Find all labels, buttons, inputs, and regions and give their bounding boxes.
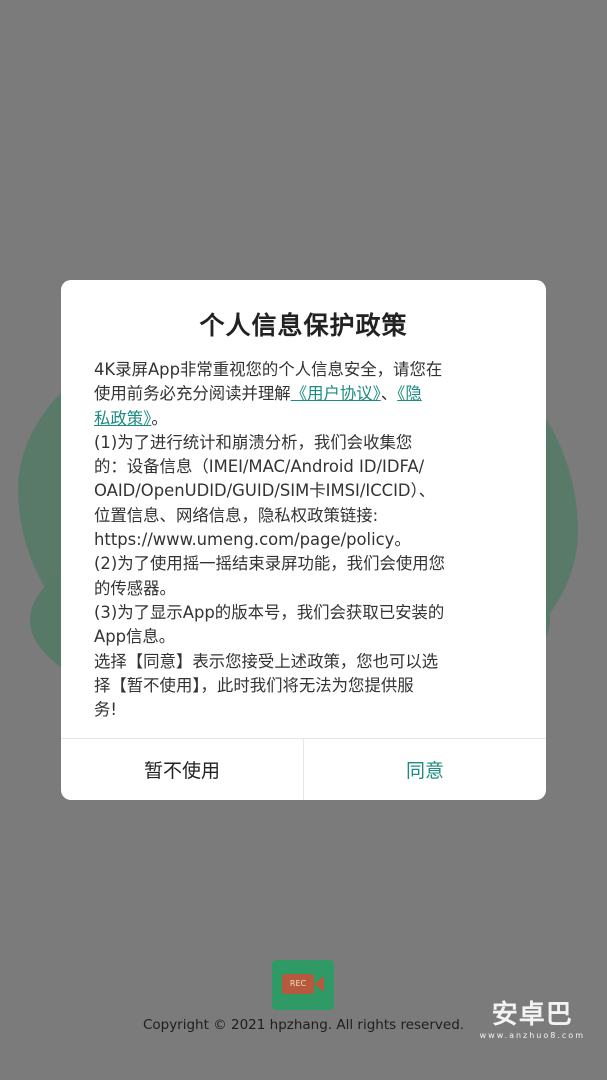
policy-link[interactable]: 《用户协议》 [291, 384, 381, 403]
body-line: (1)为了进行统计和崩溃分析，我们会收集您 [94, 431, 506, 455]
watermark-url: www.anzhuo8.com [479, 1031, 585, 1040]
body-text: (2)为了使用摇一摇结束录屏功能，我们会使用您 [94, 554, 446, 574]
agree-button[interactable]: 同意 [304, 739, 546, 800]
body-text: 的传感器。 [94, 578, 176, 598]
not-use-button[interactable]: 暂不使用 [61, 739, 304, 800]
dialog-button-row: 暂不使用 同意 [61, 738, 546, 800]
dialog-body-text: 4K录屏App非常重视您的个人信息安全，请您在 使用前务必充分阅读并理解《用户协议… [94, 358, 506, 722]
body-line: 的：设备信息（IMEI/MAC/Android ID/IDFA/ [94, 455, 506, 479]
body-line: 私政策》。 [94, 407, 506, 431]
site-watermark: 安卓巴 www.anzhuo8.com [480, 994, 585, 1040]
body-line: 务! [94, 698, 506, 722]
body-text: 。 [151, 408, 168, 428]
body-text: (1)为了进行统计和崩溃分析，我们会收集您 [94, 432, 413, 452]
body-text: OAID/OpenUDID/GUID/SIM卡IMSI/ICCID）、 [94, 481, 436, 501]
body-text: 择【暂不使用】，此时我们将无法为您提供服 [94, 675, 414, 695]
policy-link[interactable]: 私政策》 [94, 409, 151, 428]
body-text: https://www.umeng.com/page/policy。 [94, 530, 411, 550]
body-line: 的传感器。 [94, 577, 506, 601]
body-text: (3)为了显示App的版本号，我们会获取已安装的 [94, 602, 445, 622]
body-text: 选择【同意】表示您接受上述政策，您也可以选 [94, 651, 439, 671]
body-line: (3)为了显示App的版本号，我们会获取已安装的 [94, 601, 506, 625]
body-line: App信息。 [94, 625, 506, 649]
body-line: (2)为了使用摇一摇结束录屏功能，我们会使用您 [94, 552, 506, 576]
app-logo-icon: REC [272, 960, 334, 1010]
body-text: 使用前务必充分阅读并理解 [94, 384, 291, 404]
body-text: 的：设备信息（IMEI/MAC/Android ID/IDFA/ [94, 457, 425, 477]
body-line: 4K录屏App非常重视您的个人信息安全，请您在 [94, 358, 506, 382]
body-line: 选择【同意】表示您接受上述政策，您也可以选 [94, 650, 506, 674]
rec-camera-icon: REC [282, 974, 314, 994]
body-text: 、 [380, 384, 398, 404]
camera-lens-icon [314, 976, 324, 992]
privacy-policy-dialog: 个人信息保护政策 4K录屏App非常重视您的个人信息安全，请您在 使用前务必充分阅… [61, 280, 546, 800]
body-text: App信息。 [94, 627, 176, 647]
body-text: 务! [94, 700, 117, 720]
body-text: 4K录屏App非常重视您的个人信息安全，请您在 [94, 360, 443, 379]
body-text: 位置信息、网络信息，隐私权政策链接: [94, 505, 379, 525]
watermark-text: 安卓巴 [491, 1000, 573, 1030]
body-line: 择【暂不使用】，此时我们将无法为您提供服 [94, 674, 506, 698]
policy-link[interactable]: 《隐 [397, 384, 422, 403]
dialog-title: 个人信息保护政策 [199, 311, 408, 340]
body-line: 使用前务必充分阅读并理解《用户协议》、《隐 [94, 382, 506, 406]
body-line: 位置信息、网络信息，隐私权政策链接: [94, 504, 506, 528]
body-line: https://www.umeng.com/page/policy。 [94, 528, 506, 552]
body-line: OAID/OpenUDID/GUID/SIM卡IMSI/ICCID）、 [94, 479, 506, 503]
